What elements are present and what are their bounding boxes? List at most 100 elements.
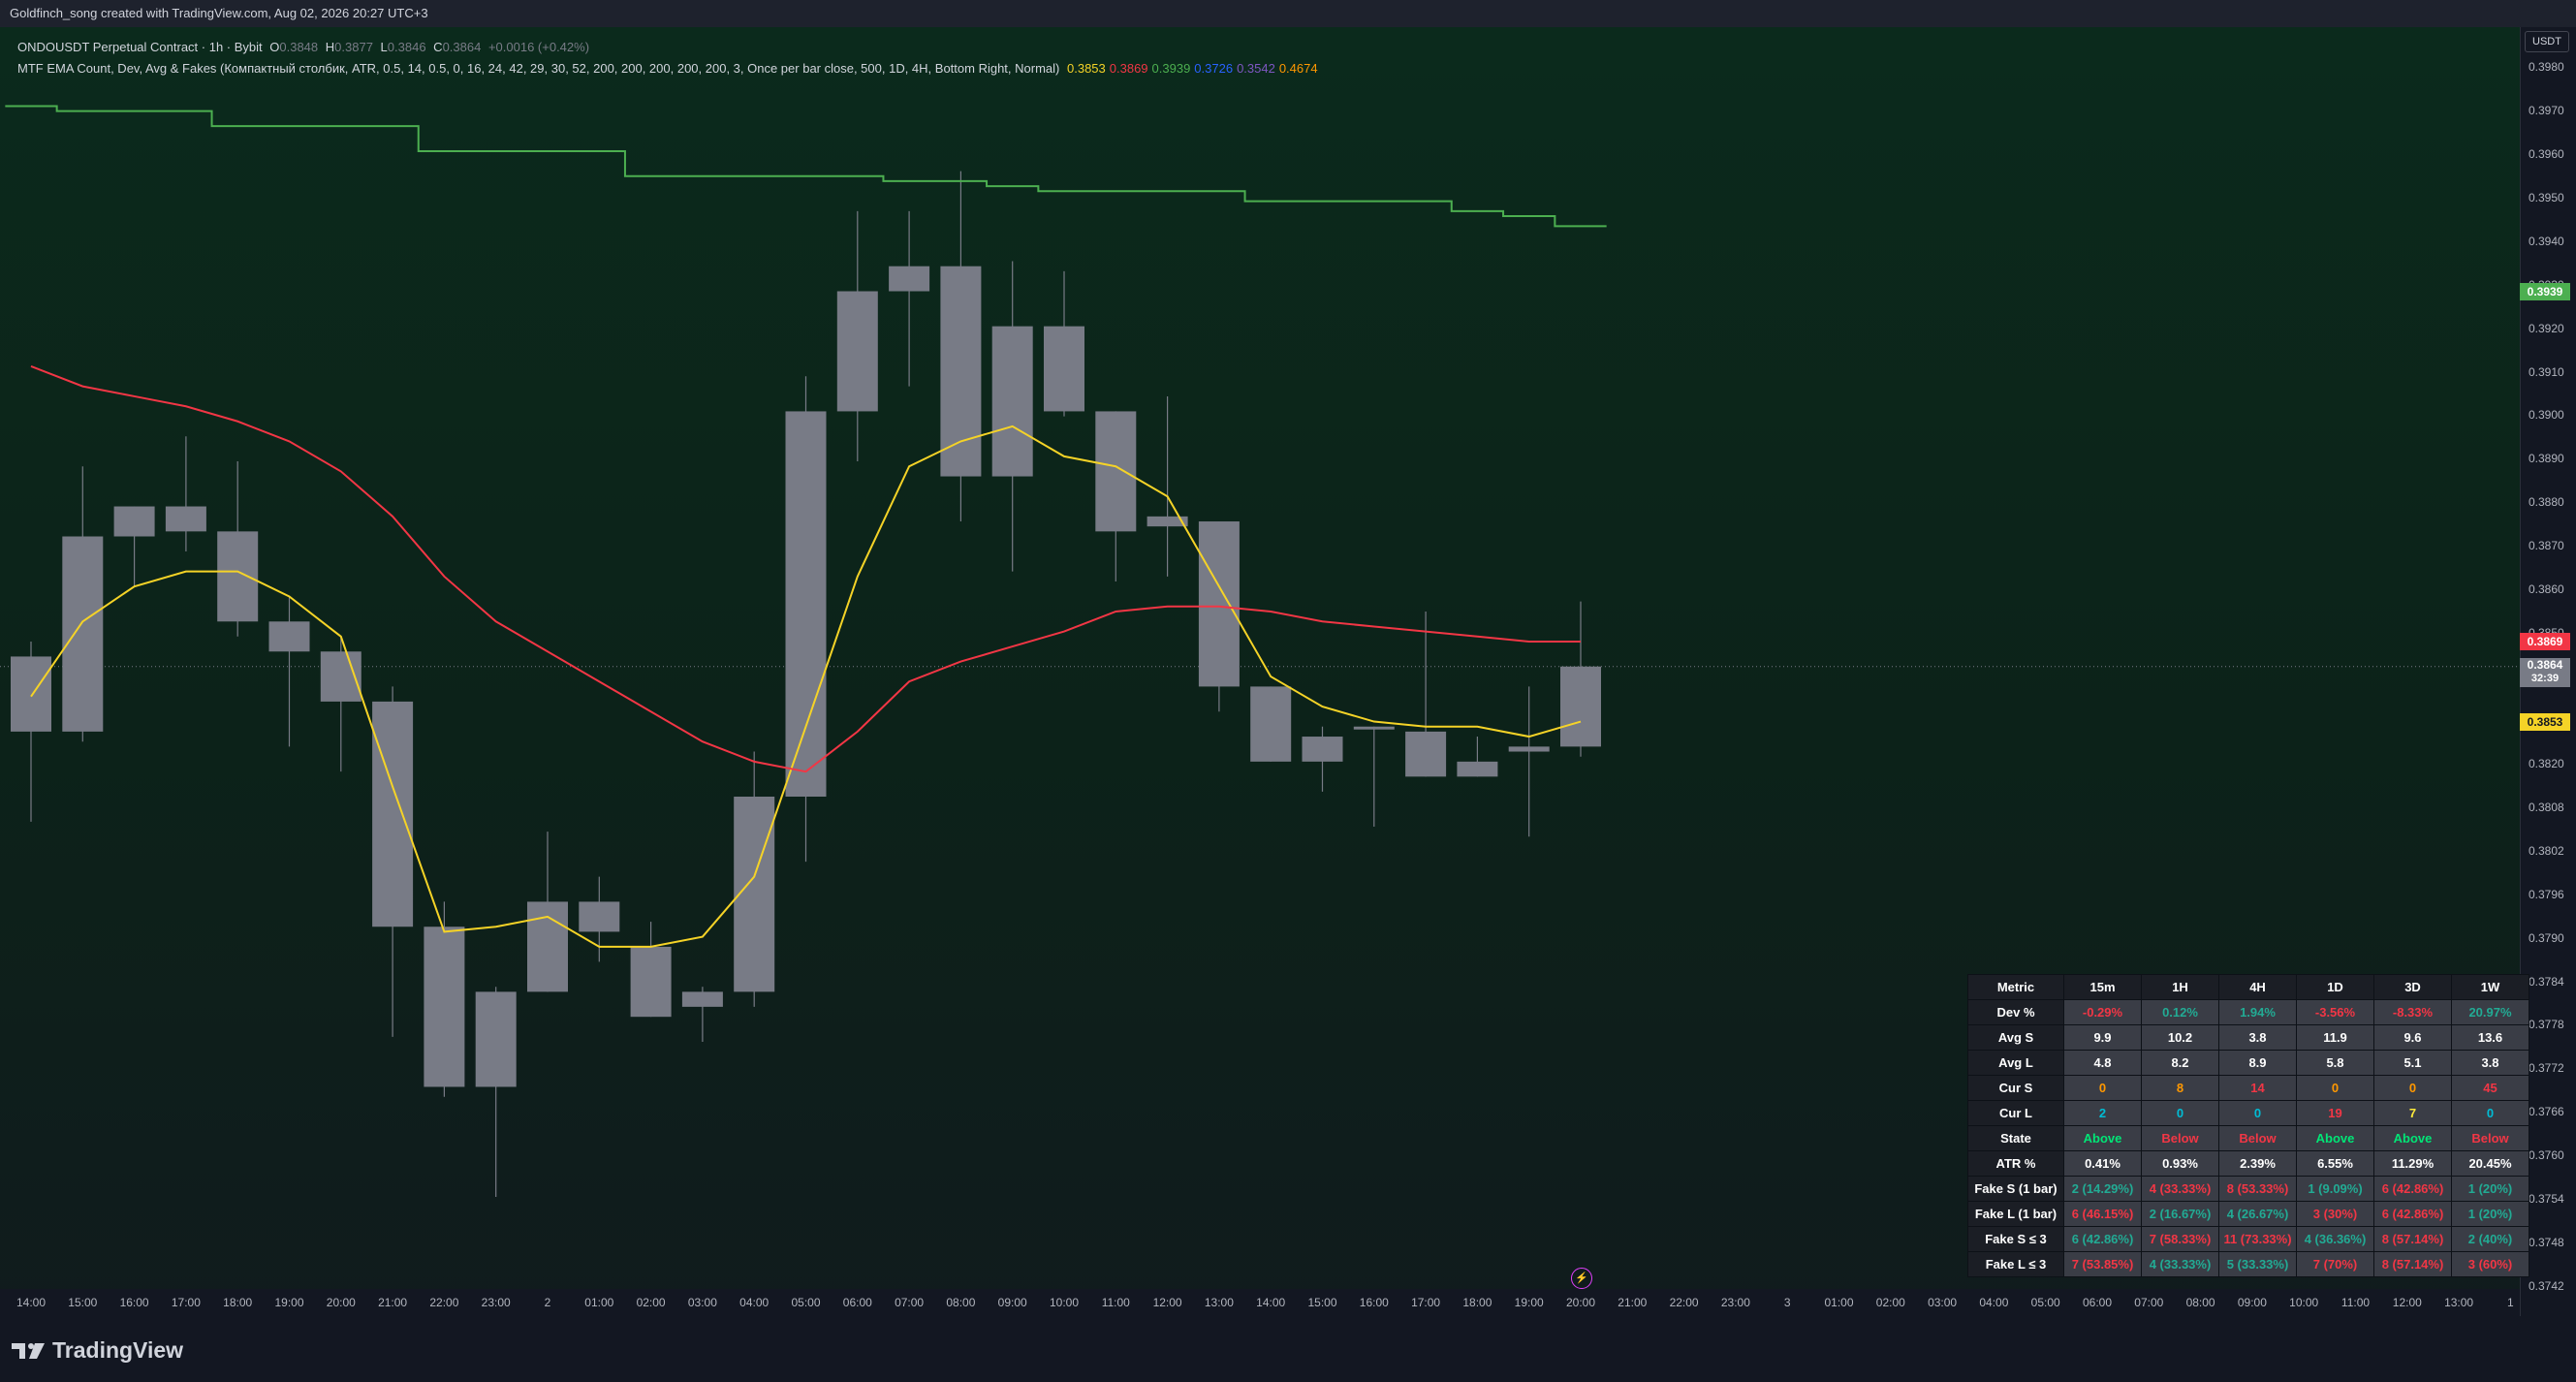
- time-axis[interactable]: 14:00 15:00 16:00 17:00 18:00 19:00 20:00 21:00…: [0, 1268, 2520, 1316]
- price-tick: 0.3880: [2529, 495, 2564, 510]
- time-tick: 12:00: [2392, 1296, 2422, 1309]
- candle-body: [1044, 326, 1084, 412]
- candle-body: [527, 901, 568, 992]
- metric-value: 20.97%: [2451, 999, 2529, 1025]
- time-tick: 10:00: [1049, 1296, 1080, 1309]
- footer: [0, 1316, 2576, 1382]
- lightning-icon[interactable]: ⚡: [1571, 1268, 1592, 1289]
- time-tick: 08:00: [2185, 1296, 2215, 1309]
- metric-value: 20.45%: [2451, 1150, 2529, 1177]
- metric-value: 8 (53.33%): [2218, 1176, 2297, 1202]
- metric-value: 5.8: [2296, 1050, 2374, 1076]
- candle-body: [268, 621, 310, 652]
- time-tick: 1: [2507, 1296, 2514, 1309]
- metric-value: 9.6: [2373, 1024, 2452, 1051]
- metric-value: -0.29%: [2063, 999, 2142, 1025]
- price-tag: 0.3864 32:39: [2520, 657, 2570, 687]
- table-row: Fake L ≤ 37 (53.85%) 4 (33.33%) 5 (33.33%)…: [1967, 1251, 2529, 1277]
- currency-label[interactable]: USDT: [2525, 31, 2569, 52]
- table-row: Dev % -0.29% 0.12% 1.94% -3.56% -8.33% 20.97%: [1967, 999, 2529, 1025]
- metric-value: 0: [2373, 1075, 2452, 1101]
- price-tag: 0.3869: [2520, 632, 2570, 650]
- time-tick: 02:00: [1875, 1296, 1905, 1309]
- metric-value: Below: [2141, 1125, 2219, 1151]
- price-tick: 0.3760: [2529, 1148, 2564, 1163]
- metric-value: 7 (58.33%): [2141, 1226, 2219, 1252]
- metric-value: 5 (33.33%): [2218, 1251, 2297, 1277]
- metric-value: 11.9: [2296, 1024, 2374, 1051]
- candle-body: [1250, 686, 1292, 762]
- table-header-cell: 3D: [2373, 974, 2452, 1000]
- metric-value: 6 (46.15%): [2063, 1201, 2142, 1227]
- time-tick: 13:00: [1204, 1296, 1234, 1309]
- metric-value: 2 (14.29%): [2063, 1176, 2142, 1202]
- metric-value: 6 (42.86%): [2373, 1176, 2452, 1202]
- metric-value: 4 (33.33%): [2141, 1176, 2219, 1202]
- symbol-legend-row[interactable]: ONDOUSDT Perpetual Contract · 1h · Bybit…: [17, 37, 1318, 58]
- chart-legend: ONDOUSDT Perpetual Contract · 1h · Bybit…: [17, 37, 1318, 79]
- metric-value: 0.12%: [2141, 999, 2219, 1025]
- time-tick: 01:00: [1824, 1296, 1854, 1309]
- metric-label: Fake S ≤ 3: [1967, 1226, 2064, 1252]
- time-tick: 05:00: [2030, 1296, 2060, 1309]
- tradingview-logo-icon: [12, 1342, 45, 1359]
- mtf-stats-table: Metric 15m 1H 4H 1D 3D 1W Dev % -0.29% 0.12% 1.94…: [1967, 974, 2529, 1277]
- chart-credit-bar: Goldfinch_song created with TradingView.…: [0, 0, 2576, 27]
- time-tick: 06:00: [842, 1296, 872, 1309]
- metric-value: 2 (16.67%): [2141, 1201, 2219, 1227]
- time-tick: 18:00: [1462, 1296, 1492, 1309]
- metric-label: Fake L ≤ 3: [1967, 1251, 2064, 1277]
- metric-value: 11 (73.33%): [2218, 1226, 2297, 1252]
- price-tick: 0.3920: [2529, 321, 2564, 335]
- metric-label: Cur L: [1967, 1100, 2064, 1126]
- metric-value: 8.2: [2141, 1050, 2219, 1076]
- table-row: Avg S 9.9 10.2 3.8 11.9 9.6 13.6: [1967, 1024, 2529, 1051]
- table-row: Fake S (1 bar) 2 (14.29%) 4 (33.33%) 8 (53.…: [1967, 1176, 2529, 1202]
- price-tick: 0.3784: [2529, 974, 2564, 989]
- table-row: ATR % 0.41% 0.93% 2.39% 6.55% 11.29% 20.45%: [1967, 1150, 2529, 1177]
- indicator-legend-row[interactable]: MTF EMA Count, Dev, Avg & Fakes (Компакт…: [17, 58, 1318, 79]
- metric-value: 7 (53.85%): [2063, 1251, 2142, 1277]
- price-tick: 0.3766: [2529, 1105, 2564, 1119]
- table-header-cell: Metric: [1967, 974, 2064, 1000]
- time-tick: 2: [544, 1296, 551, 1309]
- time-tick: 15:00: [1307, 1296, 1337, 1309]
- bar-countdown: 32:39: [2530, 672, 2560, 684]
- metric-value: 19: [2296, 1100, 2374, 1126]
- candle-body: [1353, 726, 1395, 730]
- metric-value: 8 (57.14%): [2373, 1251, 2452, 1277]
- metric-label: ATR %: [1967, 1150, 2064, 1177]
- time-tick: 21:00: [378, 1296, 408, 1309]
- metric-value: 0: [2451, 1100, 2529, 1126]
- table-row: Fake S ≤ 36 (42.86%) 7 (58.33%) 11 (73.33%…: [1967, 1226, 2529, 1252]
- time-tick: 14:00: [1256, 1296, 1286, 1309]
- metric-value: 13.6: [2451, 1024, 2529, 1051]
- time-tick: 16:00: [1359, 1296, 1389, 1309]
- metric-value: 11.29%: [2373, 1150, 2452, 1177]
- candle-body: [1095, 411, 1137, 532]
- open-label: O: [269, 40, 280, 54]
- low-label: L: [380, 40, 388, 54]
- time-tick: 01:00: [584, 1296, 614, 1309]
- change-value: +0.0016 (+0.42%): [487, 40, 590, 54]
- table-row: Cur L 2 0 0 19 7 0: [1967, 1100, 2529, 1126]
- candle-body: [681, 991, 723, 1007]
- table-row: Avg L 4.8 8.2 8.9 5.8 5.1 3.8: [1967, 1050, 2529, 1076]
- time-tick: 03:00: [1928, 1296, 1958, 1309]
- metric-value: Below: [2218, 1125, 2297, 1151]
- price-tick: 0.3980: [2529, 60, 2564, 74]
- price-tick: 0.3890: [2529, 452, 2564, 466]
- time-tick: 14:00: [16, 1296, 47, 1309]
- price-tick: 0.3910: [2529, 364, 2564, 379]
- tradingview-logo[interactable]: TradingView: [12, 1337, 183, 1364]
- time-tick: 04:00: [739, 1296, 770, 1309]
- time-tick: 17:00: [1411, 1296, 1441, 1309]
- time-tick: 13:00: [2444, 1296, 2474, 1309]
- indicator-title: MTF EMA Count, Dev, Avg & Fakes (Компакт…: [17, 61, 1060, 76]
- price-tick: 0.3772: [2529, 1061, 2564, 1076]
- table-row: Fake L (1 bar) 6 (46.15%) 2 (16.67%) 4 (26.…: [1967, 1201, 2529, 1227]
- time-tick: 18:00: [223, 1296, 253, 1309]
- metric-label: Avg S: [1967, 1024, 2064, 1051]
- metric-value: 1 (20%): [2451, 1176, 2529, 1202]
- candle-body: [62, 536, 104, 732]
